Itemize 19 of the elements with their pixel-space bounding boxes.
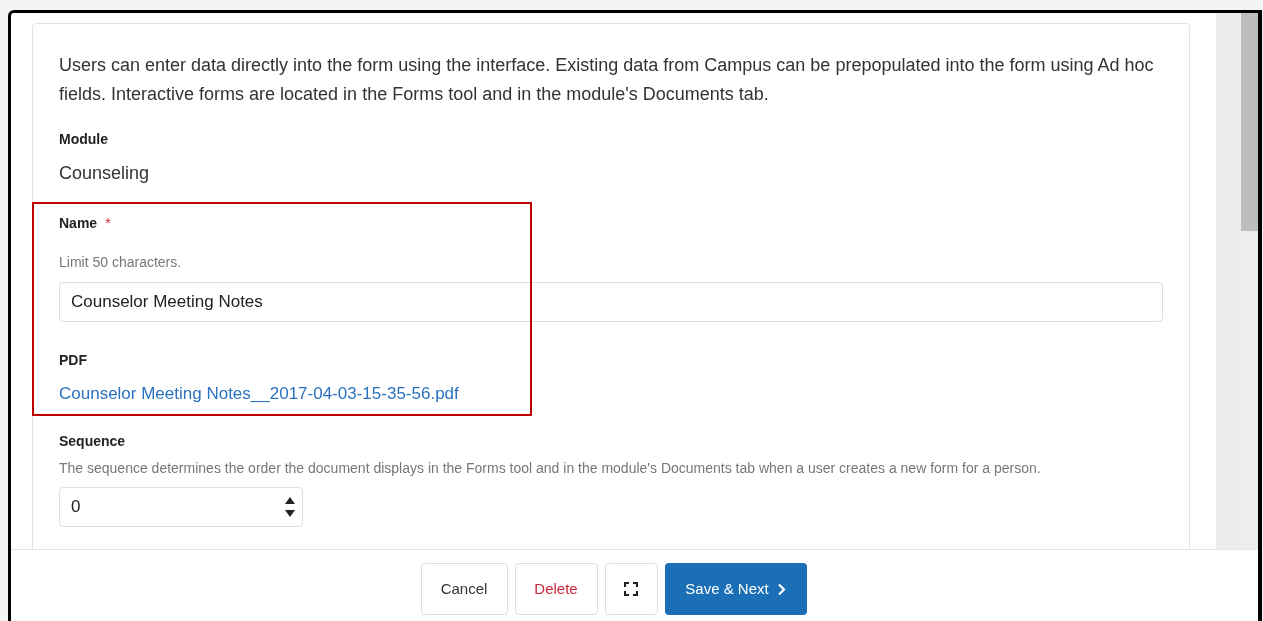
name-label: Name <box>59 214 98 233</box>
sequence-hint: The sequence determines the order the document displays in the Forms tool and in the module's Documents tab when a user creates a new form for a person. <box>59 458 1042 478</box>
save-next-button[interactable]: Save & Next <box>664 563 807 615</box>
name-input-field[interactable]: Counselor Meeting Notes <box>59 282 1163 322</box>
fullscreen-button[interactable] <box>604 563 658 615</box>
pdf-label: PDF <box>59 351 88 370</box>
sequence-label: Sequence <box>59 431 127 451</box>
delete-button[interactable]: Delete <box>514 563 598 615</box>
scrollbar-thumb[interactable] <box>1241 13 1258 231</box>
name-hint: Limit 50 characters. <box>59 253 183 272</box>
module-value: Counseling <box>59 162 151 185</box>
fullscreen-icon <box>624 582 638 596</box>
module-label: Module <box>59 130 109 149</box>
chevron-right-icon <box>776 582 786 596</box>
cancel-button[interactable]: Cancel <box>420 563 508 615</box>
description-text: Users can enter data directly into the form using the interface. Existing data from Campus can be prepopulated into the form using Ad hoc fields. Interactive forms are located in the Forms tool and in the module's Documents tab. <box>59 54 1155 106</box>
sequence-number-field[interactable]: 0 <box>59 486 303 527</box>
pdf-link[interactable]: Counselor Meeting Notes__2017-04-03-15-35-56.pdf <box>59 381 1163 407</box>
required-mark: * <box>105 214 111 233</box>
